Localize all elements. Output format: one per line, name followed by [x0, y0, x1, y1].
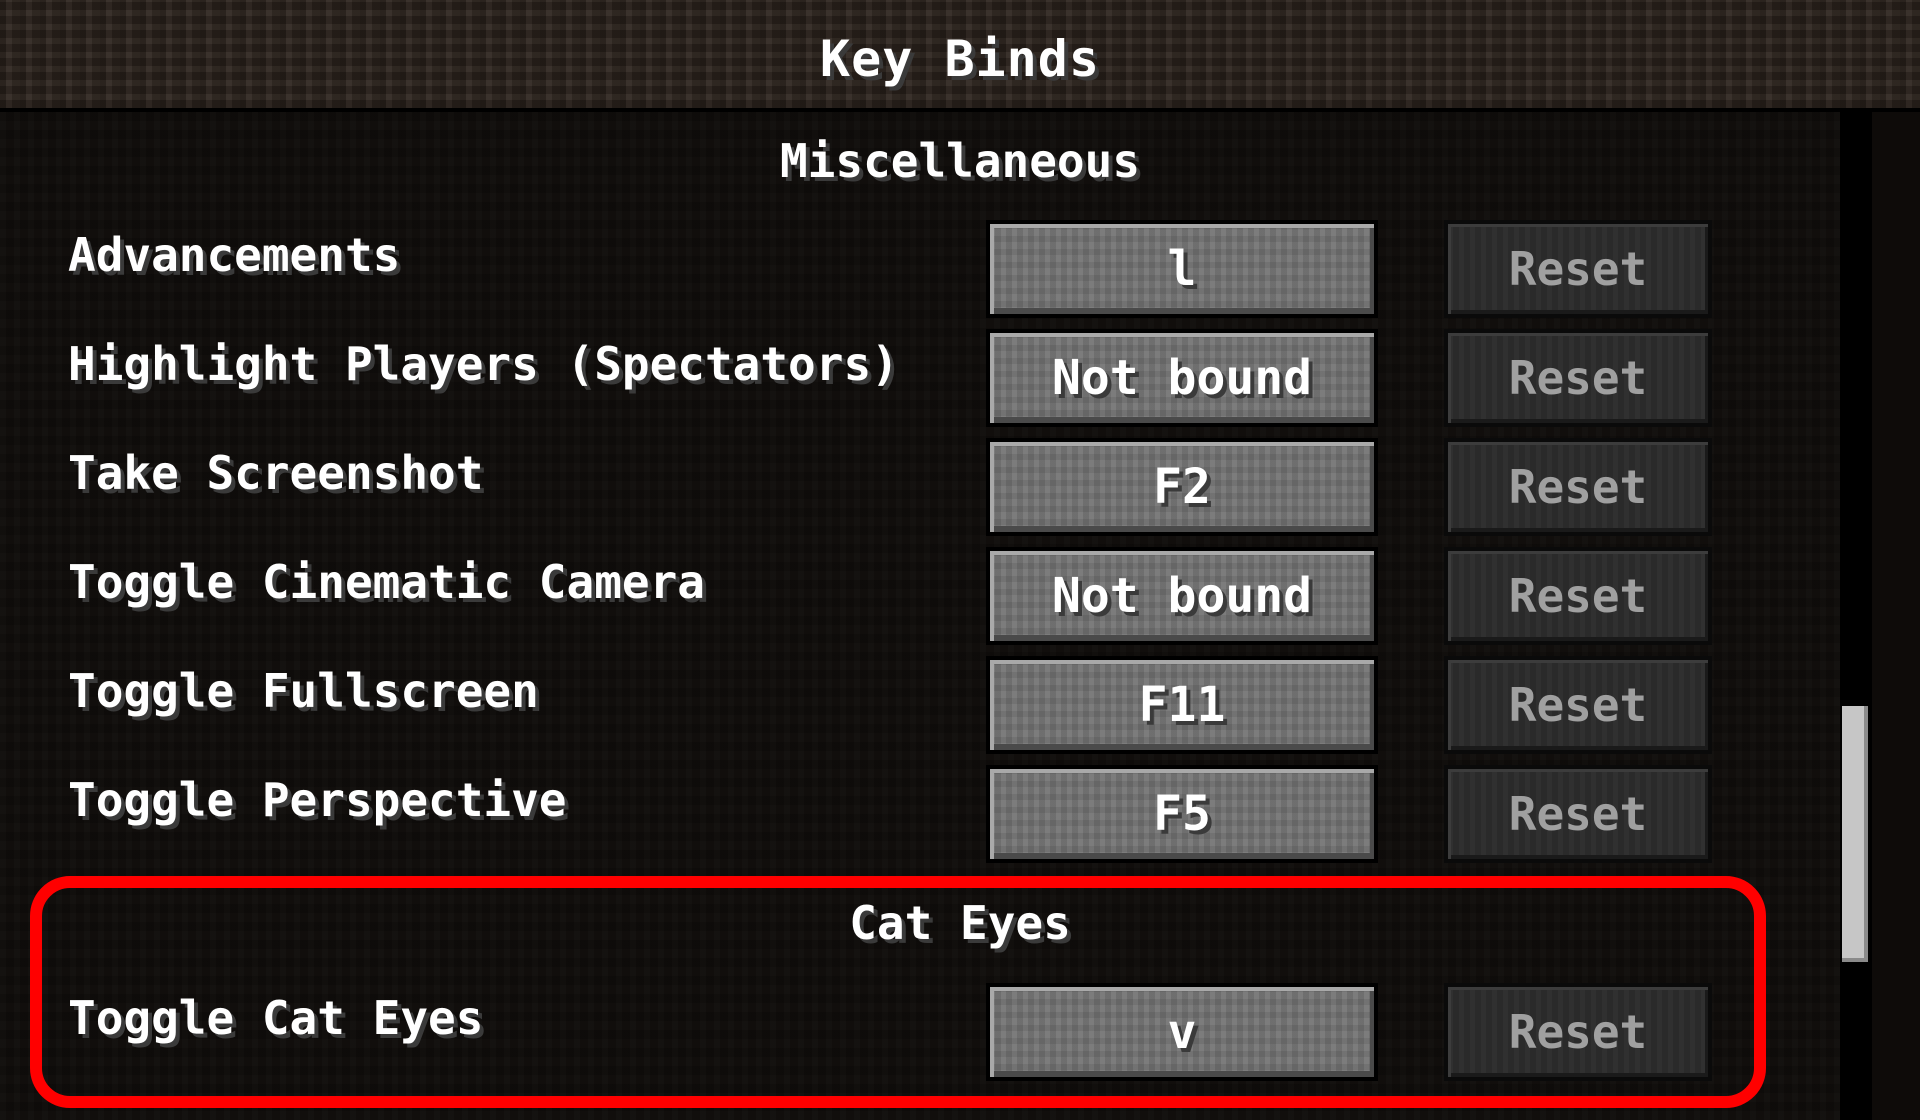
label-highlight-players: Highlight Players (Spectators)	[68, 337, 899, 391]
scrollbar-track[interactable]	[1840, 112, 1872, 1120]
key-button-toggle-cinematic-camera[interactable]: Not bound	[986, 547, 1378, 645]
highlight-annotation-box	[30, 876, 1766, 1108]
key-button-highlight-players[interactable]: Not bound	[986, 329, 1378, 427]
reset-button-highlight-players[interactable]: Reset	[1444, 329, 1712, 427]
key-button-take-screenshot[interactable]: F2	[986, 438, 1378, 536]
key-button-toggle-fullscreen[interactable]: F11	[986, 656, 1378, 754]
reset-button-advancements[interactable]: Reset	[1444, 220, 1712, 318]
reset-button-toggle-cinematic-camera[interactable]: Reset	[1444, 547, 1712, 645]
key-binds-screen: Key Binds Miscellaneous Advancements l R…	[0, 0, 1920, 1120]
label-advancements: Advancements	[68, 228, 401, 282]
screen-title: Key Binds	[820, 30, 1100, 88]
reset-button-toggle-perspective[interactable]: Reset	[1444, 765, 1712, 863]
key-button-advancements[interactable]: l	[986, 220, 1378, 318]
reset-button-toggle-fullscreen[interactable]: Reset	[1444, 656, 1712, 754]
label-toggle-fullscreen: Toggle Fullscreen	[68, 664, 539, 718]
label-take-screenshot: Take Screenshot	[68, 446, 484, 500]
reset-button-take-screenshot[interactable]: Reset	[1444, 438, 1712, 536]
label-toggle-perspective: Toggle Perspective	[68, 773, 567, 827]
key-button-toggle-perspective[interactable]: F5	[986, 765, 1378, 863]
category-miscellaneous: Miscellaneous	[779, 134, 1141, 188]
label-toggle-cinematic-camera: Toggle Cinematic Camera	[68, 555, 705, 609]
